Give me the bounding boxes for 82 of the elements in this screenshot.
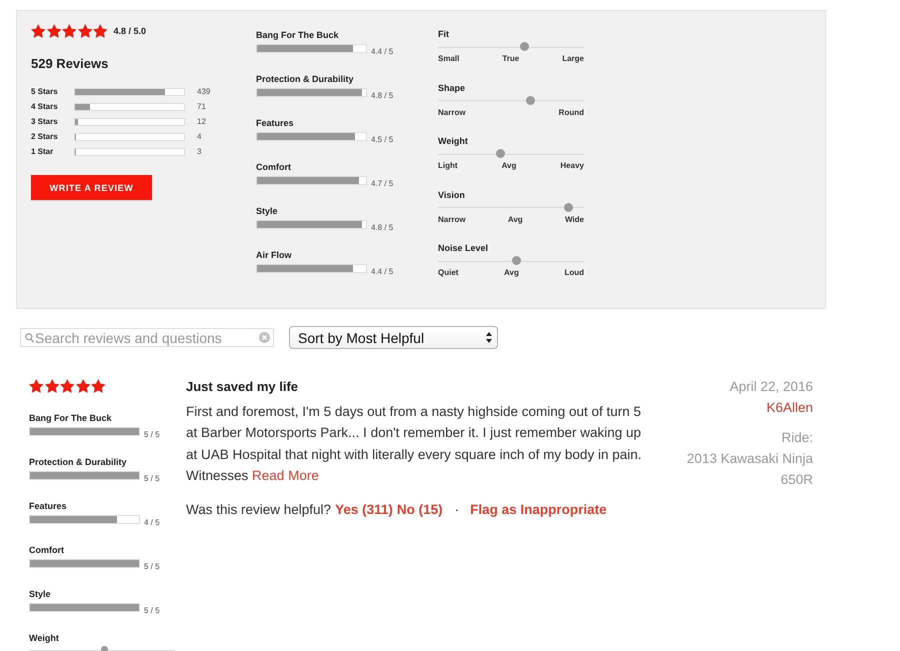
star-icon (60, 379, 74, 393)
rating-label: Air Flow (256, 250, 292, 261)
ride-value: 2013 Kawasaki Ninja 650R (686, 450, 813, 489)
scale-mark-label: Narrow (438, 214, 466, 224)
rating-value: 5 / 5 (144, 431, 160, 439)
scale-label: Noise Level (438, 243, 488, 254)
scale-label: Vision (438, 190, 465, 200)
scale-label: Weight (438, 136, 468, 147)
rating-label: Comfort (256, 162, 291, 173)
star-icon (29, 379, 44, 393)
rating-value: 4.8 / 5 (371, 92, 394, 100)
star-level-label: 4 Stars (31, 102, 59, 111)
star-icon (91, 379, 106, 393)
rating-value: 4.4 / 5 (371, 268, 394, 276)
average-rating: 4.8 / 5.0 (114, 26, 146, 36)
rating-value: 5 / 5 (144, 607, 160, 615)
scale-mark-label: Avg (502, 161, 516, 171)
rating-value: 4.5 / 5 (371, 136, 394, 144)
read-more-link[interactable]: Read More (252, 468, 319, 483)
star-icon (93, 24, 108, 38)
scale-mark-label: True (502, 54, 520, 64)
helpful-prompt: Was this review helpful? (186, 501, 332, 520)
star-icon (78, 24, 92, 38)
review-count-value: 4 (197, 132, 202, 141)
clear-icon[interactable] (259, 332, 270, 343)
star-level-label: 2 Stars (31, 132, 59, 141)
scale-mark-label: Quiet (438, 268, 458, 278)
sort-select[interactable]: Sort by Most Helpful (289, 326, 498, 349)
flag-link[interactable]: Flag as Inappropriate (470, 500, 607, 520)
write-review-button[interactable]: WRITE A REVIEW (31, 175, 152, 200)
review-count: 529 Reviews (31, 56, 108, 72)
star-level-label: 5 Stars (31, 87, 59, 96)
scale-mark-label: Light (438, 161, 458, 171)
no-vote-link[interactable]: No (15) (396, 500, 443, 520)
ride-label: Ride: (781, 429, 813, 447)
scale-label: Fit (438, 29, 449, 40)
rating-value: 4.7 / 5 (371, 180, 394, 188)
rating-label: Style (29, 589, 51, 600)
rating-value: 4 / 5 (144, 519, 160, 527)
scale-mark-label: Avg (508, 214, 523, 224)
review-text: First and foremost, I'm 5 days out from a nasty highside coming out of turn 5 at Barber Motorsports Park... I don't remember it. I just remember waking up at UAB Hospital that night with literally every square inch of my body in pain. Witnesses Read More (186, 403, 642, 485)
star-level-label: 1 Star (31, 147, 54, 156)
rating-label: Features (29, 501, 67, 512)
updown-caret-icon (486, 332, 492, 343)
review-count-value: 439 (197, 87, 210, 96)
scale-mark-label: Narrow (438, 108, 466, 118)
yes-vote-link[interactable]: Yes (311) (335, 500, 393, 520)
rating-value: 4.4 / 5 (371, 48, 394, 56)
review-count-value: 3 (197, 147, 202, 156)
scale-label: Shape (438, 82, 466, 94)
scale-mark-label: Heavy (560, 161, 584, 171)
rating-label: Features (256, 118, 294, 129)
scale-mark-label: Loud (564, 268, 584, 278)
scale-mark-label: Small (438, 54, 460, 64)
star-level-label: 3 Stars (31, 117, 59, 126)
rating-value: 5 / 5 (144, 475, 160, 483)
scale-label: Weight (29, 633, 59, 644)
scale-mark-label: Avg (504, 268, 519, 278)
rating-label: Comfort (29, 545, 64, 556)
rating-value: 5 / 5 (144, 563, 160, 571)
review-count-value: 12 (197, 117, 206, 126)
review-date: April 22, 2016 (730, 379, 813, 395)
scale-mark-label: Large (562, 54, 584, 64)
rating-label: Bang For The Buck (29, 413, 112, 424)
search-icon (25, 332, 34, 342)
review-title: Just saved my life (186, 379, 298, 395)
star-icon (76, 379, 90, 393)
search-field[interactable]: Search reviews and questions (20, 328, 274, 347)
rating-label: Protection & Durability (29, 457, 127, 468)
star-icon (46, 24, 61, 38)
scale-mark-label: Wide (564, 214, 584, 224)
rating-label: Bang For The Buck (256, 30, 339, 41)
star-icon (62, 24, 76, 38)
review-count-value: 71 (197, 102, 206, 111)
separator-dot: · (454, 501, 460, 520)
author-link[interactable]: K6Allen (766, 400, 813, 416)
scale-mark-label: Round (558, 108, 584, 118)
rating-label: Style (256, 206, 278, 217)
rating-value: 4.8 / 5 (371, 224, 394, 232)
rating-label: Protection & Durability (256, 74, 354, 85)
star-icon (44, 379, 59, 393)
star-icon (31, 24, 46, 38)
